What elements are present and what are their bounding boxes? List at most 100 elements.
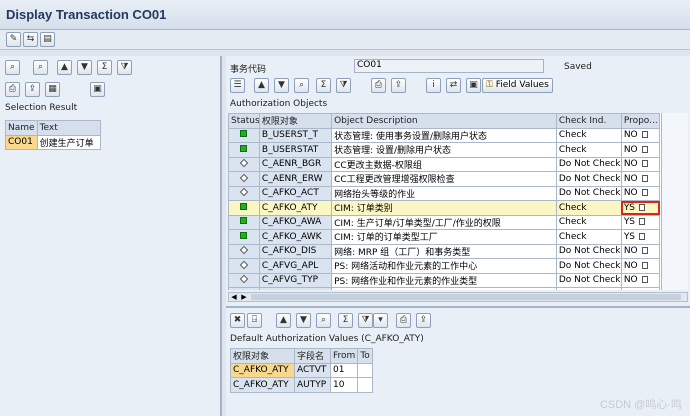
edit-icon[interactable]: ✎ [6,32,21,47]
description-cell[interactable]: CC更改主数据-权限组 [331,156,557,172]
print-icon[interactable]: ⎙ [5,82,20,97]
sort-desc-icon[interactable]: ▼ [77,60,92,75]
find-icon[interactable]: ⌕ [294,78,309,93]
table-row[interactable]: C_AFVG_APL PS: 网络活动和作业元素的工作中心 Do Not Check… [228,258,661,274]
proposal-cell[interactable]: YS [620,200,661,216]
description-cell[interactable]: PS: 网络活动和作业元素的工作中心 [331,258,557,274]
check-ind-cell[interactable]: Check [555,214,622,230]
grid-icon[interactable]: ▣ [466,78,481,93]
value-help-icon[interactable] [641,160,648,168]
check-ind-cell[interactable]: Do Not Check [555,171,622,187]
object-cell[interactable]: C_AFVG_APL [258,258,333,274]
check-ind-cell[interactable]: Do Not Check [555,185,622,201]
table-row[interactable]: CO01 创建生产订单 [5,134,101,150]
value-help-icon[interactable] [641,261,648,269]
find-icon[interactable]: ⌕ [5,60,20,75]
find-next-icon[interactable]: ⌕ [33,60,48,75]
object-cell[interactable]: C_APPL_WRK [258,287,333,290]
table-row[interactable]: B_USERST_T 状态管理: 使用事务设置/删除用户状态 Check NO [228,127,661,143]
row-to[interactable] [357,362,373,378]
find-icon[interactable]: ⌕ [316,313,331,328]
description-cell[interactable]: CIM: 工作中心工厂 [331,287,557,290]
description-cell[interactable]: CIM: 生产订单/订单类型/工厂/作业的权限 [331,214,557,230]
value-help-icon[interactable] [641,131,648,139]
proposal-cell[interactable]: NO [620,258,661,274]
row-from[interactable]: 01 [329,362,359,378]
subtotal-icon[interactable]: ▾ [373,313,388,328]
check-ind-cell[interactable]: Check [555,142,622,158]
sort-asc-icon[interactable]: ▲ [276,313,291,328]
description-cell[interactable]: CIM: 订单的订单类型工厂 [331,229,557,245]
check-ind-cell[interactable]: Check [555,200,622,216]
check-ind-cell[interactable]: Do Not Check [555,272,622,288]
row-from[interactable]: 10 [329,377,359,393]
table-row[interactable]: C_AFKO_AWA CIM: 生产订单/订单类型/工厂/作业的权限 Check YS [228,214,661,230]
check-ind-cell[interactable]: Do Not Check [555,243,622,259]
grid-icon[interactable]: ▣ [90,82,105,97]
object-cell[interactable]: B_USERST_T [258,127,333,143]
row-text[interactable]: 创建生产订单 [36,134,101,150]
table-row[interactable]: C_APPL_WRKCIM: 工作中心工厂Do Not CheckNO [228,287,661,290]
proposal-cell[interactable]: YS [620,229,661,245]
display-change-icon[interactable]: ⇆ [23,32,38,47]
proposal-cell[interactable]: NO [620,156,661,172]
description-cell[interactable]: 状态管理: 设置/删除用户状态 [331,142,557,158]
description-cell[interactable]: CC工程更改管理增强权限检查 [331,171,557,187]
field-values-button[interactable]: ⚿ Field Values [482,78,553,93]
save-icon[interactable]: ⍈ [247,313,262,328]
check-ind-cell[interactable]: Do Not Check [555,156,622,172]
value-help-icon[interactable] [639,203,646,211]
object-cell[interactable]: C_AFKO_AWK [258,229,333,245]
sort-asc-icon[interactable]: ▲ [57,60,72,75]
description-cell[interactable]: CIM: 订单类别 [331,200,557,216]
total-icon[interactable]: Σ [97,60,112,75]
print-icon[interactable]: ⎙ [396,313,411,328]
filter-icon[interactable]: ⧩ [358,313,373,328]
tcode-field[interactable]: CO01 [354,59,544,73]
proposal-cell[interactable]: NO [620,142,661,158]
check-ind-cell[interactable]: Check [555,127,622,143]
check-ind-cell[interactable]: Check [555,229,622,245]
scroll-right-icon[interactable]: ▶ [239,293,249,301]
export-icon[interactable]: ⇪ [25,82,40,97]
info-icon[interactable]: i [426,78,441,93]
overview-icon[interactable]: ▤ [40,32,55,47]
print-icon[interactable]: ⎙ [371,78,386,93]
proposal-cell[interactable]: NO [620,287,661,290]
object-cell[interactable]: C_AFVG_TYP [258,272,333,288]
object-cell[interactable]: C_AFKO_ATY [258,200,333,216]
sort-desc-icon[interactable]: ▼ [296,313,311,328]
proposal-cell[interactable]: NO [620,243,661,259]
row-field[interactable]: AUTYP [294,377,331,393]
description-cell[interactable]: 网络抬头等级的作业 [331,185,557,201]
proposal-cell[interactable]: NO [620,185,661,201]
description-cell[interactable]: PS: 网络作业和作业元素的作业类型 [331,272,557,288]
layout-icon[interactable]: ▦ [45,82,60,97]
proposal-cell[interactable]: NO [620,272,661,288]
description-cell[interactable]: 状态管理: 使用事务设置/删除用户状态 [331,127,557,143]
value-help-icon[interactable] [641,247,648,255]
filter-icon[interactable]: ⧩ [117,60,132,75]
value-help-icon[interactable] [641,174,648,182]
proposal-cell[interactable]: YS [620,214,661,230]
check-ind-cell[interactable]: Do Not Check [555,258,622,274]
row-object[interactable]: C_AFKO_ATY [230,362,295,378]
object-cell[interactable]: C_AENR_BGR [258,156,333,172]
table-row[interactable]: C_AFVG_TYP PS: 网络作业和作业元素的作业类型 Do Not Check… [228,272,661,288]
total-icon[interactable]: Σ [316,78,331,93]
object-cell[interactable]: C_AENR_ERW [258,171,333,187]
sort-asc-icon[interactable]: ▲ [254,78,269,93]
value-help-icon[interactable] [639,218,646,226]
check-ind-cell[interactable]: Do Not Check [555,287,622,290]
table-row[interactable]: C_AFKO_ATY ACTVT 01 [230,362,373,378]
table-row[interactable]: C_AFKO_ATY CIM: 订单类别 Check YS [228,200,661,216]
table-row[interactable]: C_AFKO_ATY AUTYP 10 [230,377,373,393]
table-row[interactable]: B_USERSTAT 状态管理: 设置/删除用户状态 Check NO [228,142,661,158]
table-row[interactable]: C_AFKO_AWK CIM: 订单的订单类型工厂 Check YS [228,229,661,245]
row-name[interactable]: CO01 [5,134,38,150]
table-row[interactable]: C_AENR_ERW CC工程更改管理增强权限检查 Do Not Check NO [228,171,661,187]
row-object[interactable]: C_AFKO_ATY [230,377,295,393]
export-icon[interactable]: ⇪ [416,313,431,328]
proposal-cell[interactable]: NO [620,127,661,143]
filter-icon[interactable]: ⧩ [336,78,351,93]
